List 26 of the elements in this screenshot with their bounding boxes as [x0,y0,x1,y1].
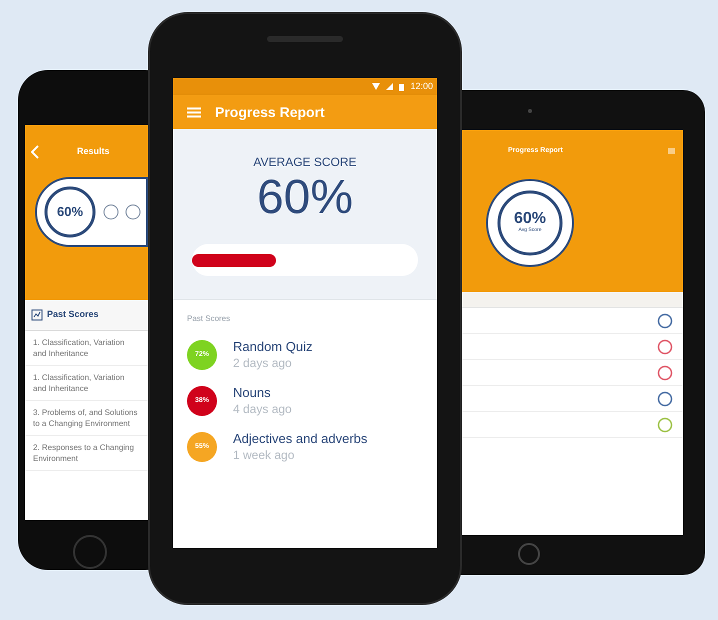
quiz-time: 2 days ago [233,355,293,371]
quiz-time: 1 week ago [233,447,296,463]
score-value: 60% [514,210,546,227]
wifi-icon [372,83,380,90]
screen-title: Results [77,145,110,158]
score-value: 60% [56,203,84,222]
section-title: Past Scores [187,313,232,325]
average-value: 60% [256,174,354,222]
average-label: AVERAGE SCORE [253,156,357,168]
battery-icon [399,82,404,90]
chart-icon [31,308,43,321]
quiz-time: 4 days ago [233,401,292,417]
home-button[interactable] [518,543,540,565]
quiz-title[interactable]: Nouns [233,385,292,401]
signal-icon [386,83,394,90]
screen-title: Progress Report [215,102,325,122]
quiz-title[interactable]: Random Quiz [233,339,312,355]
status-time: 12:00 [410,80,433,93]
score-ring [496,188,564,256]
back-icon[interactable] [31,145,39,159]
home-button[interactable] [73,535,107,569]
quiz-title[interactable]: Adjectives and adverbs [233,431,368,447]
score-ring [43,185,97,239]
menu-icon[interactable] [668,148,675,154]
section-title: Past Scores [47,308,99,321]
menu-icon[interactable] [187,106,201,118]
